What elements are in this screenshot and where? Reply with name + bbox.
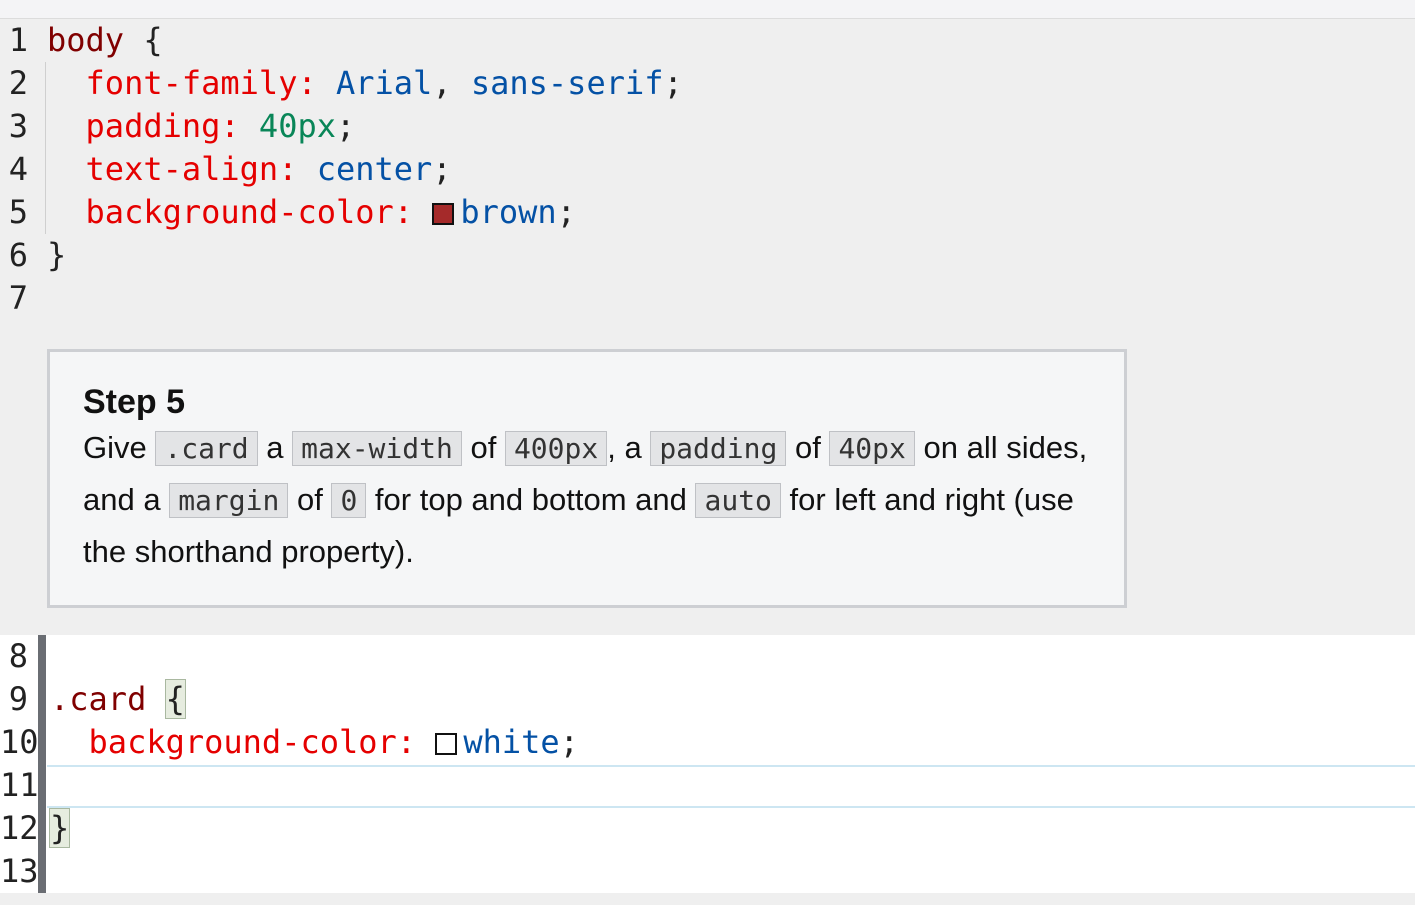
- inline-code: .card: [155, 431, 258, 466]
- step-text-fragment: for top and bottom and: [366, 482, 696, 517]
- code-token: }: [47, 236, 67, 274]
- code-text: padding: 40px;: [47, 105, 356, 148]
- code-line: 3 padding: 40px;: [0, 105, 1415, 148]
- inline-code: 0: [331, 483, 367, 518]
- color-swatch[interactable]: [432, 203, 455, 225]
- code-token: .card: [50, 680, 147, 718]
- line-number: 2: [8, 64, 28, 102]
- footer-space: [0, 893, 1415, 905]
- color-swatch[interactable]: [435, 733, 458, 755]
- indent-guide: [45, 105, 46, 148]
- code-line: 1 body {: [0, 19, 1415, 62]
- code-token: body: [47, 21, 125, 59]
- code-line: 6}: [0, 234, 1415, 277]
- step-text-fragment: of: [288, 482, 332, 517]
- code-token: ;: [556, 193, 576, 231]
- code-token: Arial: [335, 64, 433, 102]
- inline-code: padding: [650, 431, 787, 466]
- code-token: background-color:: [88, 723, 417, 761]
- code-line: 4 text-align: center;: [0, 148, 1415, 191]
- code-text: }: [48, 807, 71, 850]
- code-token: }: [48, 808, 71, 848]
- line-number: 13: [0, 852, 39, 890]
- indent-guide: [45, 148, 46, 191]
- code-text: background-color: white;: [50, 721, 579, 764]
- code-line: 5 background-color: brown;: [0, 191, 1415, 234]
- line-number: 9: [8, 680, 28, 718]
- inline-code: margin: [169, 483, 289, 518]
- inline-code: auto: [695, 483, 781, 518]
- line-number: 3: [8, 107, 28, 145]
- code-text: }: [47, 234, 66, 277]
- code-token: 40px: [258, 107, 336, 145]
- code-token: ;: [559, 723, 579, 761]
- code-token: padding:: [85, 107, 240, 145]
- code-line: 2 font-family: Arial, sans-serif;: [0, 62, 1415, 105]
- code-line[interactable]: 13: [0, 850, 1415, 893]
- step-text-fragment: of: [786, 430, 830, 465]
- line-number: 10: [0, 723, 39, 761]
- line-number: 1: [8, 21, 28, 59]
- code-line[interactable]: 9 .card {: [0, 678, 1415, 721]
- code-text: font-family: Arial, sans-serif;: [47, 62, 683, 105]
- indent-guide: [45, 62, 46, 105]
- code-text: background-color: brown;: [47, 191, 576, 234]
- code-token: {: [124, 21, 163, 59]
- line-number: 6: [8, 236, 28, 274]
- line-number: 8: [8, 637, 28, 675]
- readonly-code-view: 1 body {2 font-family: Arial, sans-serif;…: [0, 19, 1415, 320]
- step-text-fragment: a: [257, 430, 293, 465]
- indent-guide: [45, 191, 46, 234]
- step-title: Step 5: [83, 383, 186, 421]
- code-token: ,: [432, 64, 471, 102]
- code-token: text-align:: [85, 150, 298, 188]
- line-number: 12: [0, 809, 39, 847]
- line-number: 11: [0, 766, 39, 804]
- code-text: .card {: [50, 678, 186, 721]
- inline-code: 400px: [504, 431, 608, 466]
- code-token: center: [316, 150, 433, 188]
- code-line[interactable]: 11: [0, 764, 1415, 807]
- line-number: 5: [8, 193, 28, 231]
- line-number: 4: [8, 150, 28, 188]
- code-token: brown: [460, 193, 557, 231]
- step-text-fragment: of: [461, 430, 505, 465]
- code-token: background-color:: [85, 193, 414, 231]
- inline-code: 40px: [829, 431, 915, 466]
- code-token: ;: [335, 107, 356, 145]
- code-line[interactable]: 12}: [0, 807, 1415, 850]
- code-line: 7: [0, 277, 1415, 320]
- inline-code: max-width: [292, 431, 462, 466]
- code-token: white: [463, 723, 560, 761]
- code-text: body {: [47, 19, 163, 62]
- step-description: Give .card a max-width of 400px, a paddi…: [83, 422, 1091, 577]
- code-token: ;: [432, 150, 452, 188]
- code-text: text-align: center;: [47, 148, 452, 191]
- step-instructions-panel: Step 5 Give .card a max-width of 400px, …: [47, 349, 1127, 608]
- code-token: ;: [663, 64, 683, 102]
- code-line[interactable]: 10 background-color: white;: [0, 721, 1415, 764]
- code-editor[interactable]: 8 9 .card {10 background-color: white; 11 12…: [0, 635, 1415, 893]
- code-token: font-family:: [85, 64, 317, 102]
- top-toolbar: [0, 0, 1415, 19]
- code-line[interactable]: 8: [0, 635, 1415, 678]
- code-token: {: [164, 679, 186, 719]
- step-text-fragment: , a: [607, 430, 651, 465]
- line-number: 7: [8, 279, 28, 317]
- step-text-fragment: Give: [83, 430, 156, 465]
- code-token: sans-serif: [470, 64, 664, 102]
